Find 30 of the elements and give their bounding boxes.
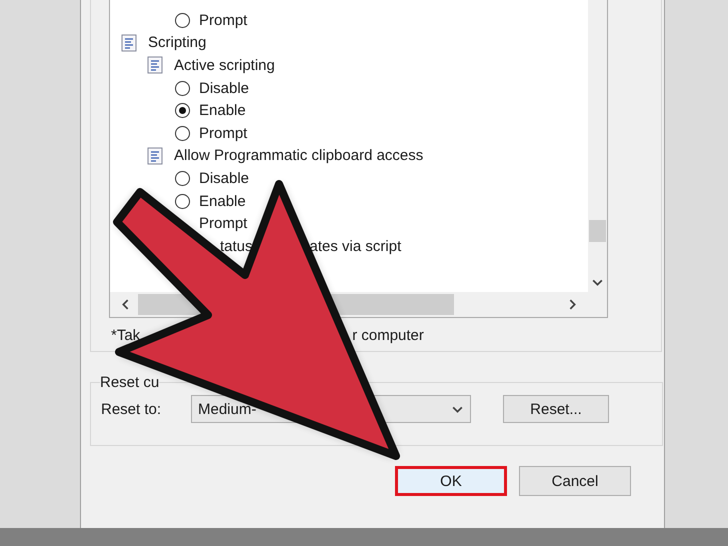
setting-label: tatus — [220, 238, 253, 255]
option-label: Disable — [199, 80, 250, 97]
scrollbar[interactable] — [588, 0, 607, 293]
option-label: Prompt — [199, 215, 248, 232]
radio-button[interactable] — [175, 170, 190, 186]
option-label: Enable — [199, 192, 246, 210]
scrollbar-thumb[interactable] — [589, 220, 606, 242]
group-title: Reset cu — [100, 374, 160, 391]
script-icon — [145, 146, 165, 166]
radio-button[interactable] — [175, 12, 190, 28]
dialog-button[interactable]: Cancel — [519, 466, 631, 496]
script-icon — [145, 55, 165, 76]
setting-label: Active scripting — [174, 56, 275, 74]
setting-label: Allow Programmatic clipboard access — [174, 147, 424, 164]
note-text: *Tak — [111, 327, 140, 344]
reset-button[interactable]: Reset... — [503, 395, 609, 423]
radio-button[interactable] — [175, 194, 190, 209]
dialog-button[interactable]: OK — [395, 466, 507, 496]
option-label: Disable — [199, 170, 250, 187]
radio-button[interactable] — [175, 126, 190, 141]
option-label: Prompt — [199, 12, 248, 29]
setting-label: ates via script — [310, 238, 402, 255]
option-label: Enable — [199, 102, 246, 120]
radio-button[interactable] — [175, 80, 190, 96]
field-label: Reset to: — [101, 400, 162, 418]
script-icon — [119, 32, 139, 53]
setting-label: Scripting — [148, 34, 206, 52]
radio-button[interactable] — [175, 103, 190, 118]
note-text: r computer — [352, 327, 424, 344]
option-label: Prompt — [199, 124, 248, 142]
